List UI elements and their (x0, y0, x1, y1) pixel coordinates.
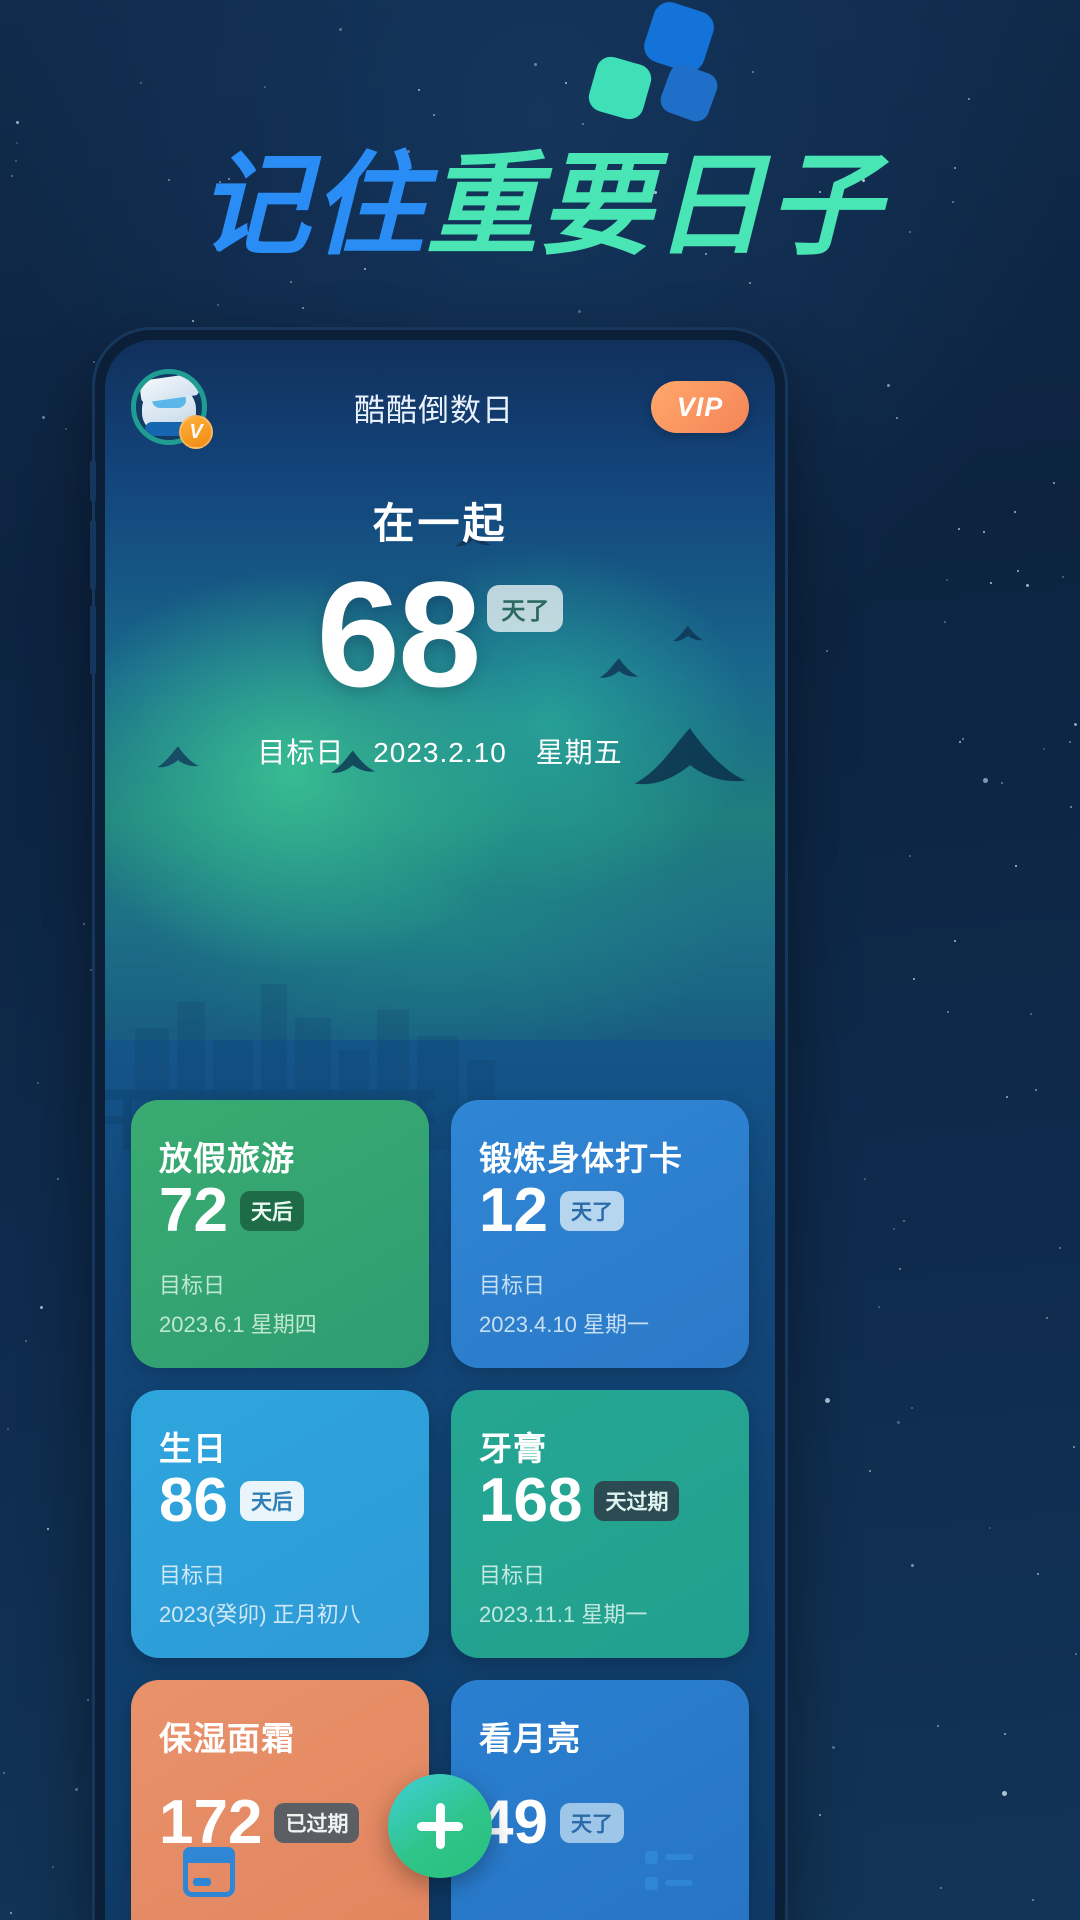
vip-button[interactable]: VIP (651, 381, 749, 433)
event-card-unit-badge: 已过期 (274, 1802, 360, 1843)
event-card-unit-badge: 天了 (559, 1802, 624, 1843)
event-card-date: 2023.4.10 星期一 (479, 1312, 649, 1337)
event-card[interactable]: 放假旅游 72 天后 目标日 2023.6.1 星期四 (131, 1100, 429, 1368)
event-card-date-label: 目标日 (479, 1563, 546, 1588)
decorative-square-blue-bottom (656, 60, 722, 126)
event-card-title: 锻炼身体打卡 (479, 1140, 683, 1177)
event-card-title: 放假旅游 (159, 1140, 295, 1177)
event-card-title: 保湿面霜 (159, 1720, 295, 1757)
main-countdown-number: 68 (316, 550, 482, 718)
phone-button-volume-down (90, 605, 96, 675)
phone-mockup: V 酷酷倒数日 VIP 在一起 68 天了 目标日 2023.2.10 星期五 (90, 330, 785, 1920)
event-card-value-row: 12 天了 (479, 1180, 721, 1242)
event-card-date: 2023.6.1 星期四 (159, 1312, 317, 1337)
phone-screen: V 酷酷倒数日 VIP 在一起 68 天了 目标日 2023.2.10 星期五 (105, 340, 775, 1920)
event-card-value-row: 72 天后 (159, 1180, 401, 1242)
event-card-footer (159, 1885, 401, 1918)
event-card-footer: 目标日 2023(癸卯) 正月初八 (159, 1532, 401, 1629)
event-card-date: 2023.11.1 星期一 (479, 1602, 648, 1627)
event-card-footer: 目标日 2023.4.10 星期一 (479, 1242, 721, 1339)
phone-button-volume-up (90, 520, 96, 590)
main-countdown[interactable]: 在一起 68 天了 目标日 2023.2.10 星期五 (105, 490, 775, 771)
event-card-date: 2023(癸卯) 正月初八 (159, 1602, 361, 1627)
phone-button-mute (90, 460, 96, 502)
event-card-title: 生日 (159, 1430, 227, 1467)
main-date-weekday: 星期五 (535, 737, 623, 768)
event-card-unit-badge: 天后 (239, 1191, 304, 1231)
event-card-number: 168 (479, 1466, 583, 1535)
event-card-footer (479, 1885, 721, 1918)
event-card-title: 牙膏 (479, 1430, 547, 1467)
headline-segment-1: 记住 (198, 141, 426, 271)
event-card-footer: 目标日 2023.11.1 星期一 (479, 1532, 721, 1629)
app-header: V 酷酷倒数日 VIP (105, 368, 775, 449)
poster-headline: 记住重要日子 (0, 147, 1080, 266)
event-card-value-row: 86 天后 (159, 1470, 401, 1532)
main-date-value: 2023.2.10 (373, 737, 507, 768)
event-card-unit-badge: 天过期 (594, 1481, 680, 1521)
event-card-number: 172 (159, 1787, 263, 1857)
add-event-button[interactable] (388, 1774, 492, 1878)
event-card[interactable]: 生日 86 天后 目标日 2023(癸卯) 正月初八 (131, 1390, 429, 1658)
event-card-number: 12 (479, 1176, 548, 1245)
app-title: 酷酷倒数日 (354, 392, 514, 428)
event-card-value-row: 49 天了 (479, 1791, 721, 1854)
event-card-footer: 目标日 2023.6.1 星期四 (159, 1242, 401, 1339)
poster-canvas: 记住重要日子 V 酷酷倒数日 VIP 在一起 68 天了 目标日 2023.2.… (0, 0, 1080, 1920)
plus-icon-horizontal (417, 1821, 463, 1831)
verified-badge-icon: V (179, 415, 213, 449)
event-card-date-label: 目标日 (159, 1563, 226, 1588)
event-card[interactable]: 看月亮 49 天了 (451, 1680, 749, 1920)
event-card-value-row: 172 已过期 (159, 1787, 401, 1857)
event-card-date-label: 目标日 (159, 1273, 226, 1298)
event-card-value-row: 168 天过期 (479, 1470, 721, 1532)
event-card-number: 72 (159, 1176, 228, 1245)
event-card[interactable]: 牙膏 168 天过期 目标日 2023.11.1 星期一 (451, 1390, 749, 1658)
main-countdown-number-row: 68 天了 (105, 559, 775, 709)
main-countdown-date-row: 目标日 2023.2.10 星期五 (105, 731, 775, 771)
event-card-date-label: 目标日 (479, 1273, 546, 1298)
event-card[interactable]: 锻炼身体打卡 12 天了 目标日 2023.4.10 星期一 (451, 1100, 749, 1368)
event-card-unit-badge: 天后 (239, 1481, 304, 1521)
decorative-square-mint (585, 53, 655, 123)
event-card-number: 86 (159, 1466, 228, 1535)
avatar[interactable]: V (131, 369, 213, 449)
headline-segment-2: 重要日子 (426, 141, 882, 271)
main-countdown-unit-badge: 天了 (487, 585, 564, 632)
event-card[interactable]: 保湿面霜 172 已过期 (131, 1680, 429, 1920)
main-date-label: 目标日 (257, 737, 345, 768)
event-card-title: 看月亮 (479, 1720, 581, 1757)
main-countdown-title: 在一起 (372, 500, 508, 547)
event-card-unit-badge: 天了 (559, 1191, 624, 1231)
